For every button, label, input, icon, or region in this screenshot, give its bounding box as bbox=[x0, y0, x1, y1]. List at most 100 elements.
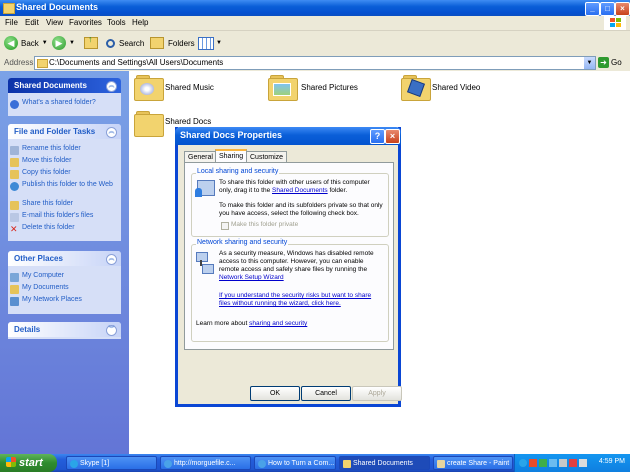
go-button[interactable]: ➜ Go bbox=[598, 56, 628, 69]
my-documents-link[interactable]: My Documents bbox=[8, 284, 121, 296]
apply-button[interactable]: Apply bbox=[352, 386, 402, 401]
other-places-header[interactable]: Other Places ︽ bbox=[8, 251, 121, 266]
windows-logo-icon bbox=[604, 16, 626, 30]
start-button[interactable]: start bbox=[0, 454, 57, 472]
publish-web-link[interactable]: Publish this folder to the Web bbox=[8, 181, 121, 200]
envelope-icon bbox=[10, 213, 19, 222]
shared-documents-panel: Shared Documents ︽ What's a shared folde… bbox=[8, 78, 121, 116]
details-header[interactable]: Details ︾ bbox=[8, 322, 121, 337]
help-button[interactable]: ? bbox=[370, 129, 385, 144]
forward-button[interactable]: ▶ ▼ bbox=[52, 35, 75, 51]
back-button[interactable]: ◀ Back ▼ bbox=[4, 35, 48, 51]
taskbar-item-skype[interactable]: Skype [1] bbox=[66, 456, 157, 470]
back-label: Back bbox=[21, 38, 39, 48]
properties-dialog: Shared Docs Properties ? × General Shari… bbox=[175, 127, 402, 407]
collapse-icon[interactable]: ︽ bbox=[106, 81, 117, 92]
delete-folder-link[interactable]: ✕ Delete this folder bbox=[8, 224, 121, 236]
file-folder-tasks-header[interactable]: File and Folder Tasks ︽ bbox=[8, 124, 121, 139]
tray-icon[interactable] bbox=[519, 459, 527, 467]
address-label: Address bbox=[4, 58, 34, 67]
window-title-bar[interactable]: Shared Documents _ □ × bbox=[0, 0, 630, 16]
my-computer-link[interactable]: My Computer bbox=[8, 272, 121, 284]
folder-icon bbox=[3, 3, 15, 14]
network-sharing-label: Network sharing and security bbox=[196, 239, 289, 246]
collapse-icon[interactable]: ︽ bbox=[106, 254, 117, 265]
local-sharing-text-2: To make this folder and its subfolders p… bbox=[219, 202, 383, 217]
dialog-title-bar[interactable]: Shared Docs Properties ? × bbox=[175, 127, 401, 145]
dialog-close-button[interactable]: × bbox=[385, 129, 400, 144]
menu-bar: File Edit View Favorites Tools Help bbox=[0, 16, 630, 31]
copy-folder-link[interactable]: Copy this folder bbox=[8, 169, 121, 181]
panel-title: Details bbox=[14, 325, 41, 334]
shared-video-folder-icon[interactable] bbox=[401, 75, 431, 101]
tray-icon[interactable] bbox=[549, 459, 557, 467]
taskbar: start Skype [1] http://morguefile.c... H… bbox=[0, 454, 630, 472]
expand-icon[interactable]: ︾ bbox=[106, 325, 117, 336]
folder-label[interactable]: Shared Video bbox=[432, 83, 480, 92]
folders-button[interactable]: Folders bbox=[150, 35, 195, 51]
shared-documents-panel-header[interactable]: Shared Documents ︽ bbox=[8, 78, 121, 93]
share-folder-link[interactable]: Share this folder bbox=[8, 200, 121, 212]
dialog-title: Shared Docs Properties bbox=[180, 130, 283, 140]
clock: 4:59 PM bbox=[598, 458, 625, 465]
email-files-link[interactable]: E-mail this folder's files bbox=[8, 212, 121, 224]
menu-edit[interactable]: Edit bbox=[25, 18, 39, 27]
start-label: start bbox=[19, 457, 43, 469]
move-folder-link[interactable]: Move this folder bbox=[8, 157, 121, 169]
taskbar-item-howto[interactable]: How to Turn a Com... bbox=[254, 456, 336, 470]
forward-arrow-icon: ▶ bbox=[52, 36, 66, 50]
ok-button[interactable]: OK bbox=[250, 386, 300, 401]
computer-icon bbox=[10, 273, 19, 282]
address-input[interactable]: C:\Documents and Settings\All Users\Docu… bbox=[34, 56, 596, 70]
tray-icon[interactable] bbox=[569, 459, 577, 467]
other-places-panel: Other Places ︽ My Computer My Documents … bbox=[8, 251, 121, 314]
computer-user-icon bbox=[195, 180, 215, 197]
search-button[interactable]: Search bbox=[106, 35, 144, 51]
make-private-checkbox[interactable] bbox=[221, 222, 229, 230]
address-dropdown[interactable]: ▼ bbox=[584, 57, 595, 69]
folder-label[interactable]: Shared Music bbox=[165, 83, 214, 92]
sharing-security-link[interactable]: sharing and security bbox=[249, 320, 307, 327]
folders-icon bbox=[150, 37, 164, 49]
tray-icon[interactable] bbox=[539, 459, 547, 467]
shared-music-folder-icon[interactable] bbox=[134, 75, 164, 101]
taskbar-item-shared-documents[interactable]: Shared Documents bbox=[339, 456, 430, 470]
my-network-places-link[interactable]: My Network Places bbox=[8, 296, 121, 308]
tray-icon[interactable] bbox=[559, 459, 567, 467]
shared-pictures-folder-icon[interactable] bbox=[268, 75, 298, 101]
task-pane: Shared Documents ︽ What's a shared folde… bbox=[0, 71, 129, 454]
menu-file[interactable]: File bbox=[5, 18, 18, 27]
menu-help[interactable]: Help bbox=[132, 18, 148, 27]
folder-label[interactable]: Shared Docs bbox=[165, 117, 211, 126]
network-setup-wizard-link[interactable]: Network Setup Wizard bbox=[219, 274, 284, 281]
network-computers-icon bbox=[196, 252, 214, 274]
shared-docs-folder-icon[interactable] bbox=[134, 111, 164, 137]
menu-tools[interactable]: Tools bbox=[107, 18, 126, 27]
folder-icon bbox=[343, 460, 351, 468]
up-folder-button[interactable]: ↑ bbox=[84, 34, 98, 51]
ie-icon bbox=[258, 460, 266, 468]
delete-x-icon: ✕ bbox=[10, 224, 18, 234]
sharing-tab-panel: Local sharing and security To share this… bbox=[184, 162, 394, 350]
collapse-icon[interactable]: ︽ bbox=[106, 127, 117, 138]
tray-icon[interactable] bbox=[529, 459, 537, 467]
whats-shared-folder-link[interactable]: What's a shared folder? bbox=[8, 99, 121, 111]
shared-documents-link[interactable]: Shared Documents bbox=[272, 187, 328, 194]
folder-label[interactable]: Shared Pictures bbox=[301, 83, 358, 92]
minimize-button[interactable]: _ bbox=[585, 2, 600, 16]
menu-favorites[interactable]: Favorites bbox=[69, 18, 102, 27]
taskbar-item-paint[interactable]: create Share - Paint bbox=[433, 456, 513, 470]
volume-icon[interactable] bbox=[579, 459, 587, 467]
maximize-button[interactable]: □ bbox=[600, 2, 615, 16]
cancel-button[interactable]: Cancel bbox=[301, 386, 351, 401]
menu-view[interactable]: View bbox=[46, 18, 63, 27]
views-button[interactable]: ▼ bbox=[198, 35, 222, 51]
network-icon bbox=[10, 297, 19, 306]
rename-folder-link[interactable]: Rename this folder bbox=[8, 145, 121, 157]
window-title: Shared Documents bbox=[16, 2, 99, 12]
panel-title: Shared Documents bbox=[14, 81, 87, 90]
documents-folder-icon bbox=[10, 285, 19, 294]
close-button[interactable]: × bbox=[615, 2, 630, 16]
taskbar-item-browser[interactable]: http://morguefile.c... bbox=[160, 456, 251, 470]
share-without-wizard-link[interactable]: If you understand the security risks but… bbox=[219, 292, 383, 308]
